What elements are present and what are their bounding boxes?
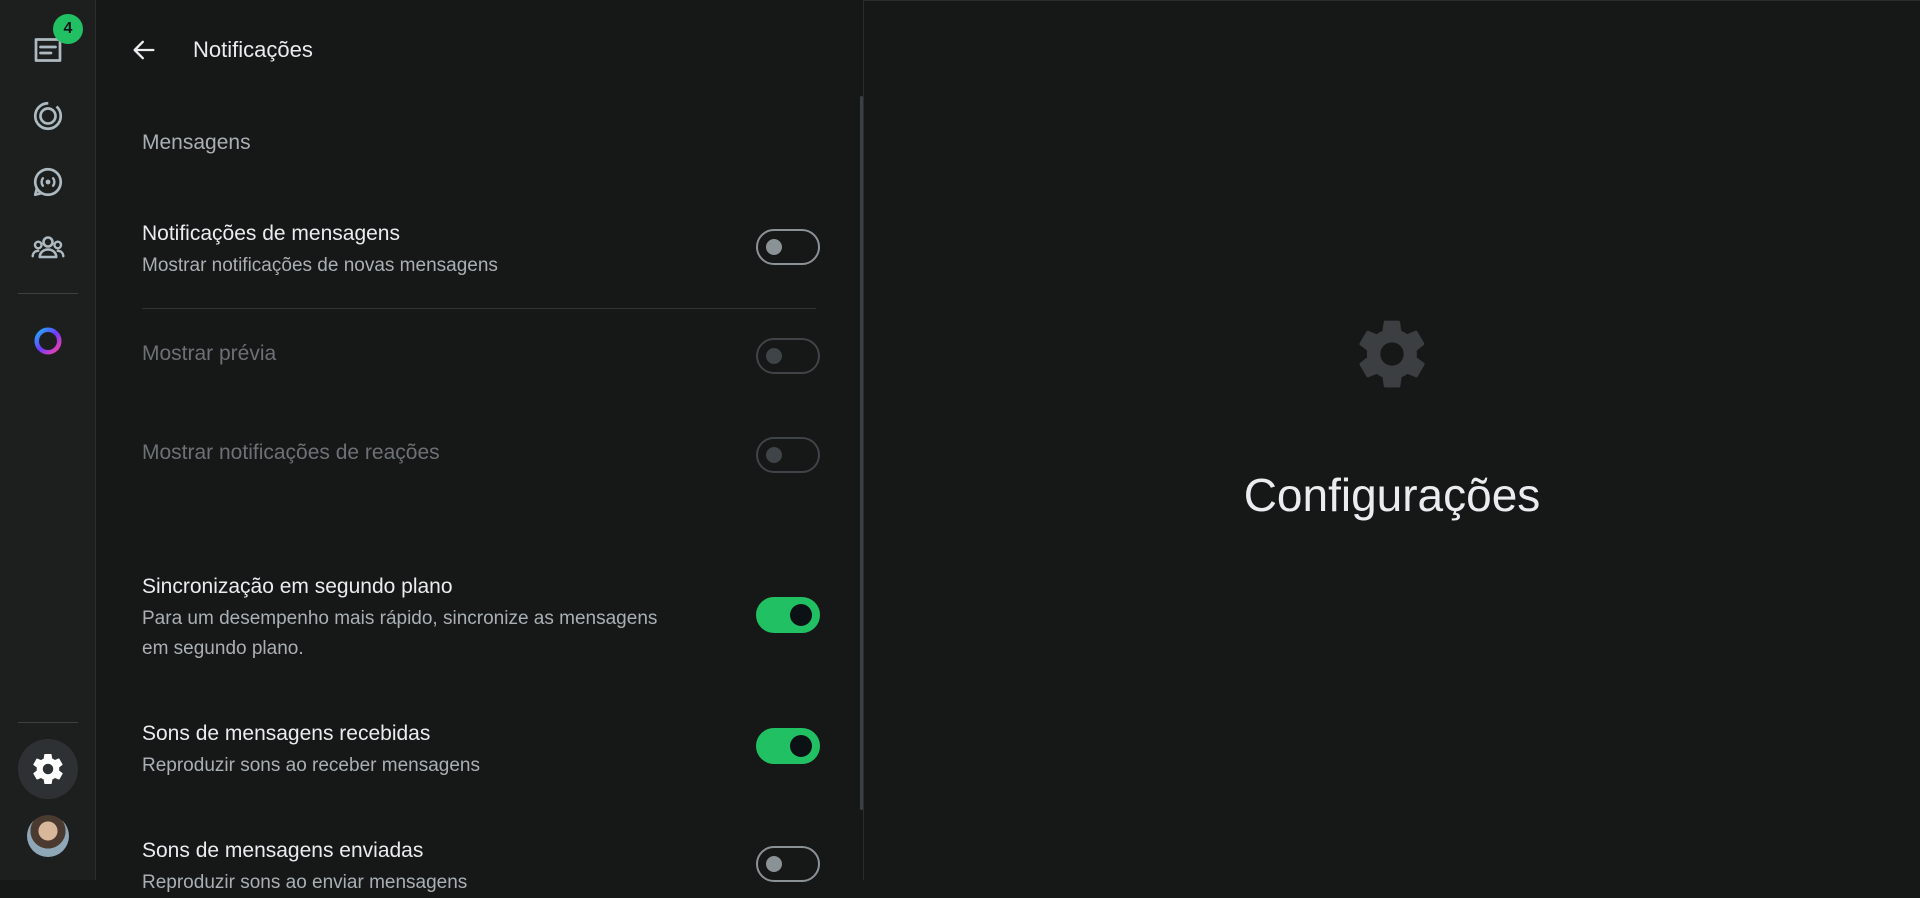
settings-divider (142, 308, 816, 309)
toggle-knob (766, 348, 782, 364)
rail-divider-bottom (18, 722, 78, 723)
outgoing-sounds-toggle[interactable] (756, 846, 820, 882)
channels-icon (33, 167, 63, 197)
toggle-knob (766, 856, 782, 872)
gear-icon (33, 753, 63, 785)
setting-subtitle: Reproduzir sons ao receber mensagens (142, 755, 480, 776)
setting-title: Mostrar prévia (142, 342, 277, 365)
setting-subtitle: Reproduzir sons ao enviar mensagens (142, 872, 468, 893)
notifications-panel: Notificações Mensagens Notificações de m… (96, 0, 864, 893)
setting-title: Sincronização em segundo plano (142, 575, 453, 598)
setting-title: Sons de mensagens enviadas (142, 839, 424, 862)
toggle-knob (790, 604, 812, 626)
setting-subtitle: Para um desempenho mais rápido, sincroni… (142, 608, 658, 629)
background-sync-toggle[interactable] (756, 597, 820, 633)
channels-button[interactable] (18, 152, 78, 212)
status-button[interactable] (18, 86, 78, 146)
setting-title: Sons de mensagens recebidas (142, 722, 431, 745)
toggle-knob (766, 447, 782, 463)
unread-badge: 4 (53, 14, 83, 44)
communities-button[interactable] (18, 218, 78, 278)
panel-scrollbar[interactable] (860, 96, 863, 810)
page-title: Notificações (193, 37, 313, 62)
setting-subtitle: Mostrar notificações de novas mensagens (142, 255, 498, 276)
gear-icon (1359, 320, 1425, 388)
settings-placeholder-title: Configurações (1243, 469, 1541, 521)
show-preview-toggle[interactable] (756, 338, 820, 374)
setting-title: Notificações de mensagens (142, 222, 400, 245)
toggle-knob (790, 735, 812, 757)
incoming-sounds-toggle[interactable] (756, 728, 820, 764)
arrow-left-icon (133, 40, 155, 60)
profile-avatar[interactable] (27, 815, 69, 857)
reaction-notifications-toggle[interactable] (756, 437, 820, 473)
meta-ai-icon (34, 327, 62, 355)
setting-subtitle: em segundo plano. (142, 638, 304, 659)
meta-ai-button[interactable] (18, 311, 78, 371)
rail-divider (18, 293, 78, 294)
toggle-knob (766, 239, 782, 255)
status-icon (33, 101, 63, 131)
message-notifications-toggle[interactable] (756, 229, 820, 265)
settings-button[interactable] (18, 739, 78, 799)
nav-rail: 4 (0, 0, 96, 880)
back-button[interactable] (126, 32, 162, 68)
communities-icon (31, 236, 65, 259)
section-label-messages: Mensagens (142, 131, 251, 154)
setting-title: Mostrar notificações de reações (142, 441, 440, 464)
